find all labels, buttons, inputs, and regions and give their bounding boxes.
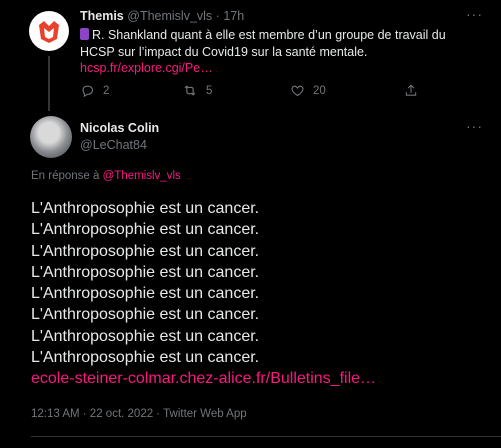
tweet2-line: L'Anthroposophie est un cancer. <box>31 221 260 239</box>
tweet2-line: L'Anthroposophie est un cancer. <box>31 200 260 217</box>
reply-prefix: En réponse à <box>31 170 100 182</box>
retweet-count: 5 <box>206 84 213 97</box>
tweet2-line: L'Anthroposophie est un cancer. <box>31 285 260 303</box>
reply-icon <box>82 85 94 98</box>
tweet2-line: L'Anthroposophie est un cancer. <box>31 306 260 324</box>
tweet1-header: Themis @Themislv_vls · 17h <box>80 9 244 23</box>
thread-spool-icon <box>80 28 89 40</box>
thread-connector <box>48 56 50 111</box>
tweet1-author-handle[interactable]: @Themislv_vls <box>127 9 212 23</box>
tweet2-body: L'Anthroposophie est un cancer. L'Anthro… <box>31 198 376 390</box>
heart-icon <box>291 85 304 97</box>
tweet2-more-button[interactable]: ··· <box>466 118 483 134</box>
tweet2-timestamp[interactable]: 12:13 AM · 22 oct. 2022 · Twitter Web Ap… <box>31 408 247 420</box>
reply-button[interactable]: 2 <box>80 83 109 98</box>
reply-count: 2 <box>103 84 110 97</box>
retweet-icon <box>184 85 196 96</box>
tweet2-link[interactable]: ecole-steiner-colmar.chez-alice.fr/Bulle… <box>31 368 376 389</box>
tweet2-line: L'Anthroposophie est un cancer. <box>31 263 260 281</box>
tweet1-body: R. Shankland quant à elle est membre d’u… <box>80 27 480 77</box>
tweet1-link[interactable]: hcsp.fr/explore.cgi/Pe… <box>80 61 213 75</box>
divider <box>31 436 501 437</box>
tweet2-line: L'Anthroposophie est un cancer. <box>31 242 260 260</box>
tweet1-author-name[interactable]: Themis <box>80 9 124 23</box>
share-icon <box>405 84 417 96</box>
tweet2-author-name[interactable]: Nicolas Colin <box>80 121 159 135</box>
avatar-themis[interactable] <box>29 11 69 51</box>
tweet1-more-button[interactable]: ··· <box>466 6 483 22</box>
tweet2-author-handle[interactable]: @LeChat84 <box>80 138 147 152</box>
tweet1-text: R. Shankland quant à elle est membre d’u… <box>80 28 446 59</box>
share-button[interactable] <box>404 83 418 98</box>
like-button[interactable]: 20 <box>290 83 326 98</box>
tweet1-time[interactable]: 17h <box>223 9 244 23</box>
logo-icon <box>39 21 59 43</box>
like-count: 20 <box>313 84 326 97</box>
retweet-button[interactable]: 5 <box>182 83 212 98</box>
reply-to-handle-link[interactable]: @Themislv_vls <box>103 170 181 182</box>
avatar-nicolas-colin[interactable] <box>30 116 72 158</box>
tweet2-line: L'Anthroposophie est un cancer. <box>31 349 260 367</box>
reply-context: En réponse à @Themislv_vls <box>31 170 181 182</box>
tweet2-line: L'Anthroposophie est un cancer. <box>31 327 260 345</box>
tweet1-separator: · <box>215 9 220 23</box>
